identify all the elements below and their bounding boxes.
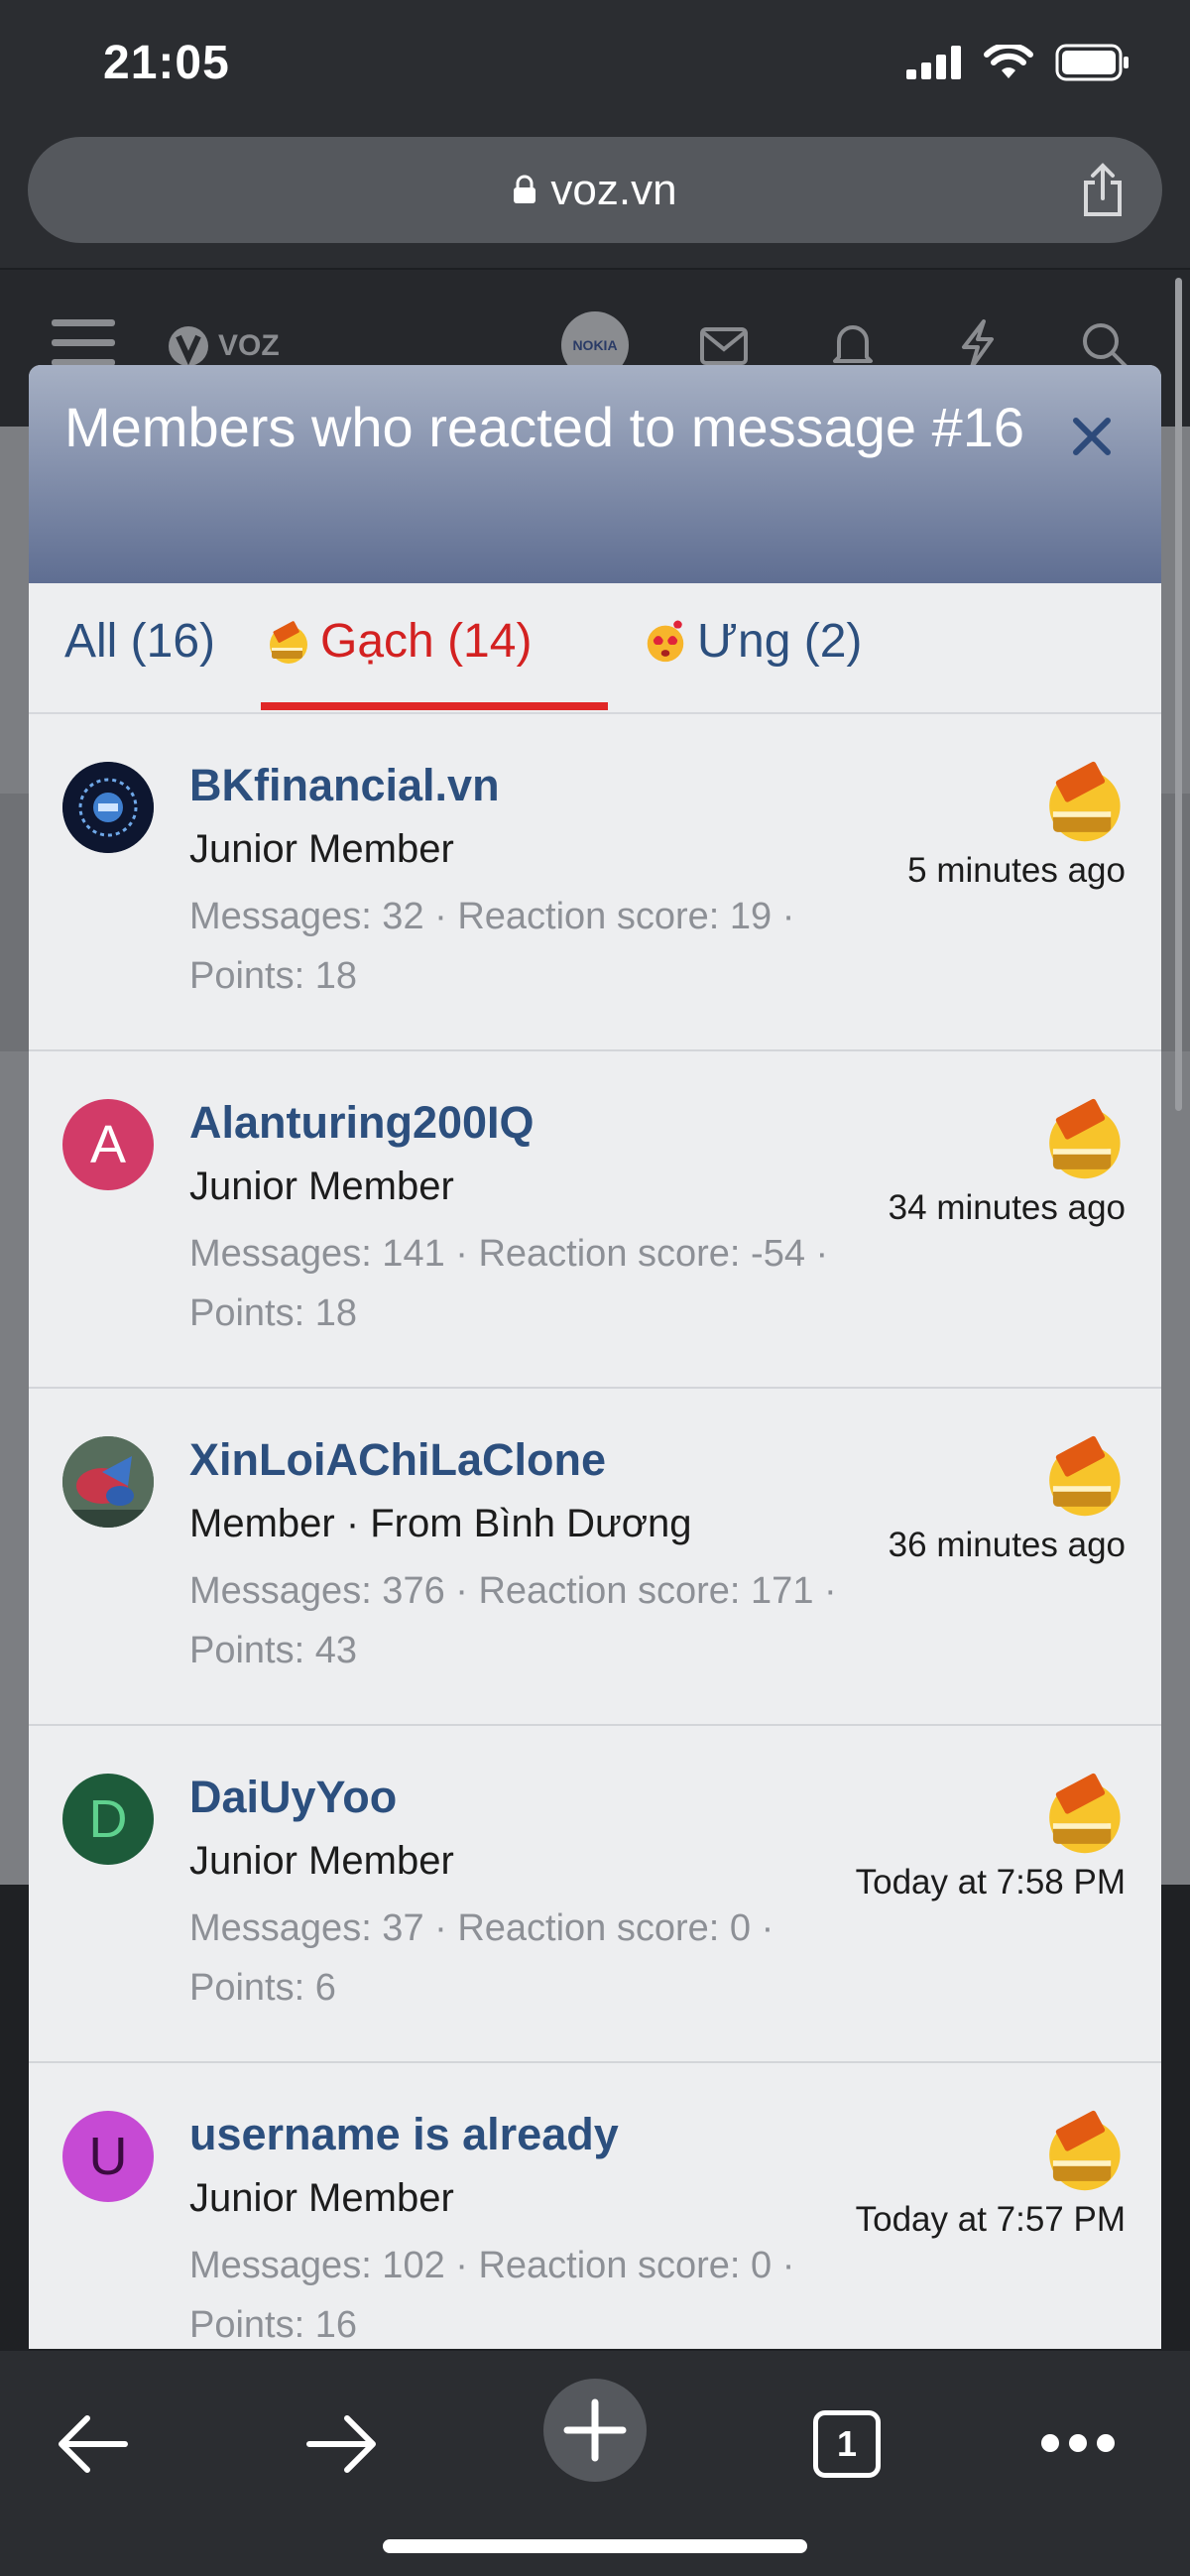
tab-gach-label: Gạch (14) [320, 615, 533, 668]
avatar-image-icon [62, 1436, 154, 1528]
tab-ung[interactable]: Ưng (2) [642, 583, 862, 710]
close-icon[interactable] [1066, 411, 1118, 462]
url-display[interactable]: voz.vn [28, 137, 1162, 243]
avatar-image-icon [62, 762, 154, 853]
status-icons [906, 44, 1130, 81]
tab-all-label: All (16) [64, 615, 216, 668]
member-title: Junior Member [189, 827, 454, 871]
member-title: Junior Member [189, 1839, 454, 1883]
member-name[interactable]: XinLoiAChiLaClone [189, 1434, 606, 1486]
mail-icon[interactable] [700, 327, 748, 365]
menu-icon[interactable] [52, 317, 115, 367]
reaction-time: 5 minutes ago [907, 851, 1126, 890]
modal-title: Members who reacted to message #16 [64, 396, 1025, 458]
love-emoji-icon [647, 620, 684, 663]
member-title: Member · From Bình Dương [189, 1502, 692, 1545]
signal-icon [906, 46, 961, 79]
active-tab-indicator [261, 702, 608, 710]
tab-ung-label: Ưng (2) [697, 615, 863, 668]
member-name[interactable]: DaiUyYoo [189, 1772, 397, 1823]
member-row[interactable]: BKfinancial.vn Junior Member Messages: 3… [29, 714, 1161, 1051]
member-row[interactable]: XinLoiAChiLaClone Member · From Bình Dươ… [29, 1389, 1161, 1726]
member-title: Junior Member [189, 2176, 454, 2220]
address-bar[interactable]: voz.vn [28, 137, 1162, 243]
reactions-modal: Members who reacted to message #16 All (… [29, 365, 1161, 2349]
member-row[interactable]: U username is already Junior Member Mess… [29, 2063, 1161, 2349]
member-stats: Messages: 37 · Reaction score: 0 · Point… [189, 1907, 774, 2009]
page-scrollbar[interactable] [1175, 278, 1182, 1111]
tab-count-button[interactable]: 1 [813, 2410, 881, 2478]
reaction-time: 34 minutes ago [888, 1188, 1126, 1227]
bell-icon[interactable] [831, 321, 875, 369]
avatar[interactable]: A [62, 1099, 154, 1190]
brick-reaction-icon [1049, 1435, 1121, 1517]
member-row[interactable]: A Alanturing200IQ Junior Member Messages… [29, 1051, 1161, 1389]
brick-emoji-icon [270, 621, 307, 665]
home-indicator[interactable] [383, 2539, 807, 2553]
tab-gach[interactable]: Gạch (14) [263, 583, 532, 710]
member-stats: Messages: 32 · Reaction score: 19 · Poin… [189, 896, 795, 997]
member-name[interactable]: BKfinancial.vn [189, 760, 500, 811]
reaction-time: 36 minutes ago [888, 1526, 1126, 1564]
status-bar: 21:05 [0, 0, 1190, 134]
member-name[interactable]: Alanturing200IQ [189, 1097, 535, 1149]
tab-all[interactable]: All (16) [64, 583, 215, 710]
url-text: voz.vn [550, 166, 677, 214]
back-arrow-icon[interactable] [56, 2412, 129, 2476]
more-options-icon[interactable] [1039, 2432, 1117, 2454]
avatar[interactable]: D [62, 1774, 154, 1865]
modal-header: Members who reacted to message #16 [29, 365, 1161, 583]
share-icon[interactable] [1081, 163, 1125, 218]
voz-logo-icon [169, 326, 208, 366]
member-list: BKfinancial.vn Junior Member Messages: 3… [29, 714, 1161, 2349]
reaction-time: Today at 7:58 PM [855, 1863, 1126, 1901]
member-row[interactable]: D DaiUyYoo Junior Member Messages: 37 · … [29, 1726, 1161, 2063]
lightning-icon[interactable] [958, 319, 998, 369]
new-tab-plus-icon[interactable] [543, 2379, 647, 2482]
member-name[interactable]: username is already [189, 2109, 619, 2160]
site-logo[interactable]: VOZ [167, 324, 280, 368]
reaction-time: Today at 7:57 PM [855, 2200, 1126, 2239]
logo-text: VOZ [218, 329, 280, 362]
status-time: 21:05 [103, 37, 230, 89]
brick-reaction-icon [1049, 1098, 1121, 1179]
battery-icon [1055, 44, 1129, 81]
member-stats: Messages: 102 · Reaction score: 0 · Poin… [189, 2245, 795, 2346]
member-title: Junior Member [189, 1165, 454, 1208]
search-icon[interactable] [1081, 321, 1129, 369]
lock-icon [514, 175, 536, 204]
avatar[interactable]: U [62, 2111, 154, 2202]
brick-reaction-icon [1049, 1773, 1121, 1854]
forward-arrow-icon[interactable] [305, 2412, 379, 2476]
brick-reaction-icon [1049, 2110, 1121, 2191]
member-stats: Messages: 141 · Reaction score: -54 · Po… [189, 1233, 829, 1334]
avatar[interactable] [62, 1436, 154, 1528]
brick-reaction-icon [1049, 761, 1121, 842]
member-stats: Messages: 376 · Reaction score: 171 · Po… [189, 1570, 837, 1671]
avatar[interactable] [62, 762, 154, 853]
reaction-tabs: All (16) Gạch (14) Ưng (2) [29, 583, 1161, 714]
wifi-icon [984, 45, 1033, 78]
